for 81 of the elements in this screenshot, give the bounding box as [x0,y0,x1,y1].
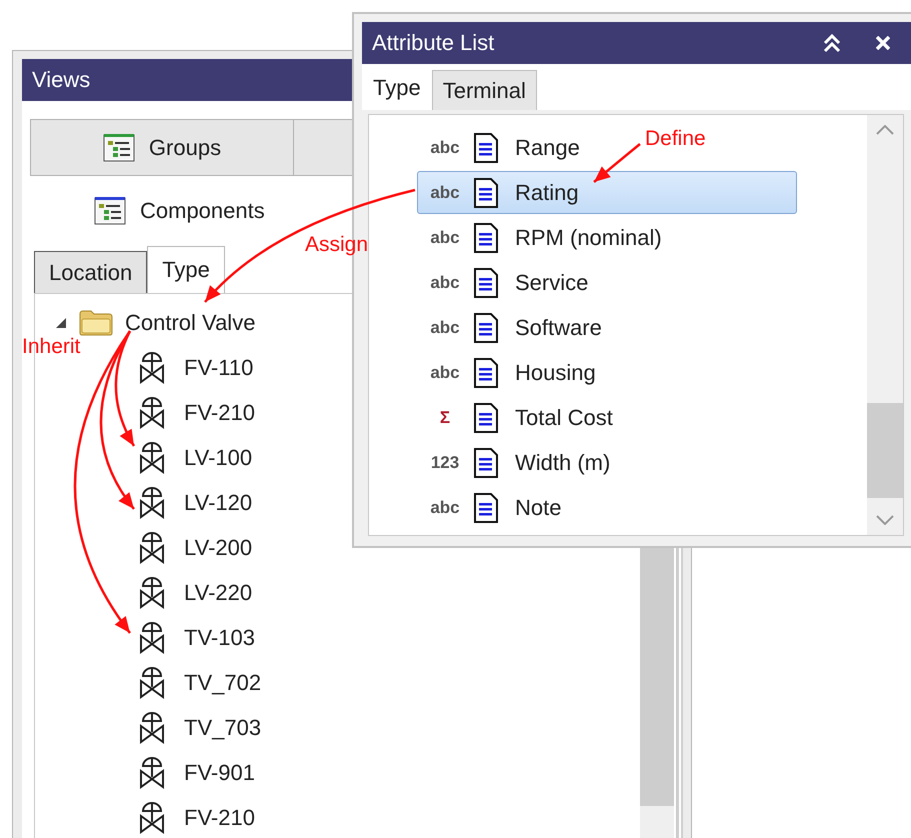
type-label: abc [429,138,461,158]
attribute-row[interactable]: abc Software [417,306,611,349]
tree-item[interactable]: FV-210 [184,804,255,830]
type-label: abc [429,272,461,292]
tree-item[interactable]: LV-100 [184,444,252,470]
tab[interactable]: Location [34,251,148,293]
type-label: abc [429,362,461,382]
document-icon [473,492,499,522]
valve-icon [138,666,166,698]
document-icon [473,178,499,208]
valve-icon [138,352,166,384]
attribute-row[interactable]: abc Rating [417,171,797,214]
tree-item[interactable]: TV_703 [184,714,262,740]
document-icon [473,448,499,478]
tree-item[interactable]: LV-220 [184,580,252,606]
tree-view-icon [94,196,126,226]
annotation-label: Inherit [22,335,80,359]
document-icon [473,358,499,388]
document-icon [473,268,499,298]
attribute-name: Range [515,134,580,160]
annotation-label: Assign [305,233,368,257]
attribute-name: Software [515,314,602,340]
scrollbar-thumb[interactable] [867,403,903,498]
attribute-name: Rating [515,180,579,206]
attribute-row[interactable]: 123 Width (m) [417,441,620,484]
chevron-up-icon[interactable] [876,125,894,135]
tree-item[interactable]: FV-210 [184,400,255,426]
attribute-row[interactable]: abc RPM (nominal) [417,216,671,259]
attribute-row[interactable]: abc Service [417,261,598,304]
attribute-name: Service [515,270,588,296]
groups-tab[interactable]: Groups [30,119,294,176]
type-label: abc [429,498,461,518]
valve-icon [138,712,166,744]
tree-item[interactable]: LV-120 [184,490,252,516]
type-label: abc [429,182,461,202]
collapse-button[interactable] [822,33,842,53]
attribute-name: Total Cost [515,404,613,430]
window-title: Attribute List [372,30,494,56]
document-icon [473,222,499,252]
document-icon [473,312,499,342]
valve-icon [138,486,166,518]
attribute-name: Housing [515,360,596,386]
document-icon [473,402,499,432]
double-chevron-up-icon [822,33,842,53]
tree-item[interactable]: LV-200 [184,534,252,560]
tree-item[interactable]: FV-901 [184,760,255,786]
valve-icon [138,756,166,788]
tab[interactable]: Terminal [432,70,537,110]
attribute-name: RPM (nominal) [515,224,662,250]
tree-item[interactable]: TV_702 [184,670,262,696]
tree-item[interactable]: Control Valve [125,310,256,336]
close-icon [876,36,890,50]
attribute-name: Note [515,494,562,520]
tab[interactable]: Type [147,246,225,293]
chevron-down-icon[interactable] [876,515,894,525]
attribute-row[interactable]: abc Range [417,126,589,169]
expander-icon[interactable] [55,316,67,328]
tree-item[interactable]: TV-103 [184,624,255,650]
document-icon [473,132,499,162]
valve-icon [138,396,166,428]
valve-icon [138,576,166,608]
close-button[interactable] [876,36,890,50]
type-label: 123 [430,452,460,472]
valve-icon [138,532,166,564]
attribute-row[interactable]: Σ Total Cost [417,396,622,439]
folder-icon [79,310,113,336]
attribute-name: Width (m) [515,450,610,476]
window-title: Views [32,67,90,93]
valve-icon [138,442,166,474]
type-label: abc [429,228,461,248]
tree-view-icon [102,132,135,162]
attribute-row[interactable]: abc Housing [417,351,605,394]
annotation-arrow [593,143,641,183]
type-label: Σ [438,408,452,428]
attribute-row[interactable]: abc Note [417,486,570,529]
valve-icon [138,802,166,834]
annotation-label: Define [645,127,706,151]
tree-item[interactable]: FV-110 [184,354,254,380]
valve-icon [138,622,166,654]
type-label: abc [429,318,461,338]
scrollbar[interactable] [867,115,903,535]
